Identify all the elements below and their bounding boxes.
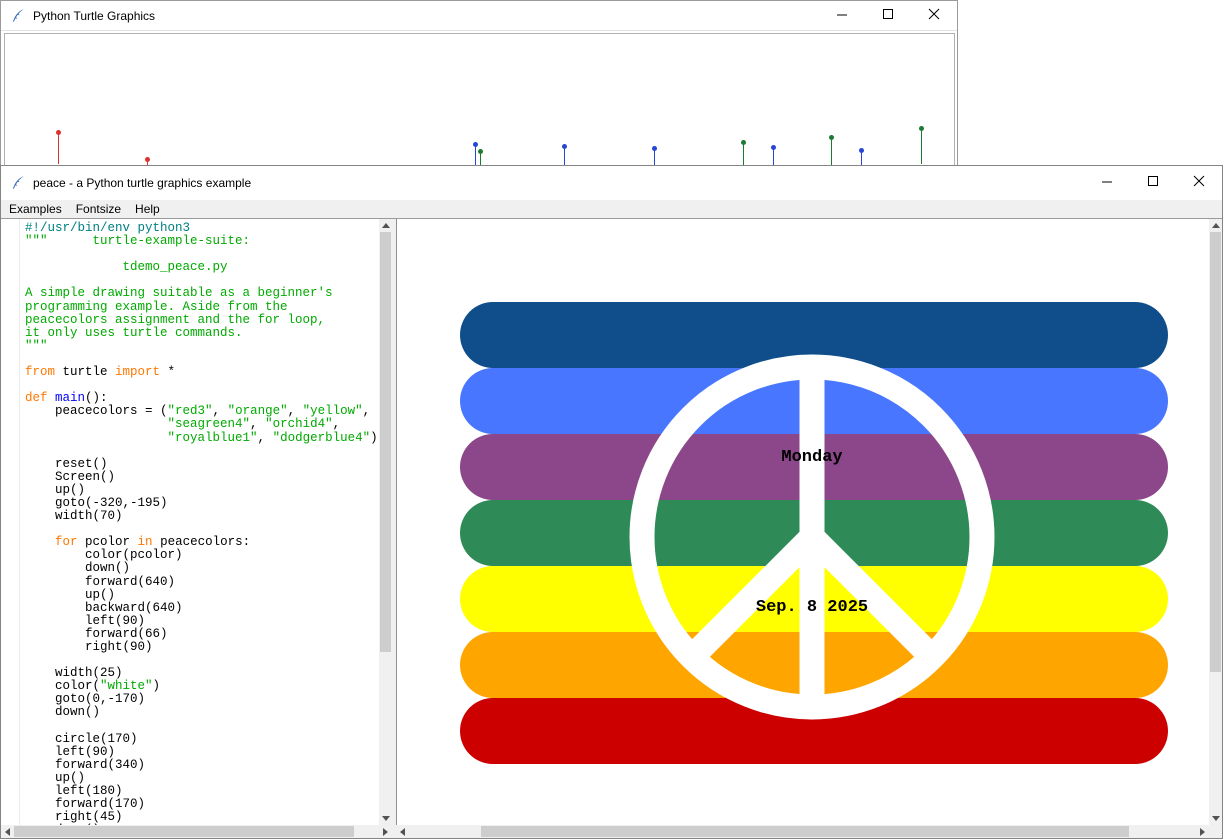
front-window-titlebar[interactable]: peace - a Python turtle graphics example [1,166,1222,200]
code-line: down() [25,706,379,719]
tk-feather-icon [10,175,26,191]
front-close-button[interactable] [1176,166,1222,200]
code-line: width(70) [25,510,379,523]
close-icon [928,7,940,25]
arrow-right-icon [383,828,388,836]
canvas-horizontal-scrollbar[interactable] [396,825,1209,838]
back-window-titlebar[interactable]: Python Turtle Graphics [1,1,957,31]
code-line: right(90) [25,641,379,654]
tk-feather-icon [10,8,26,24]
arrow-down-icon [1212,816,1220,821]
minimize-icon [836,7,848,25]
maximize-icon [1147,174,1159,192]
arrow-down-icon [382,816,390,821]
code-line: """ [25,340,379,353]
weekday-label: Monday [781,448,842,467]
scrollbar-thumb[interactable] [481,826,1129,837]
scrollbar-corner [1209,825,1222,838]
close-icon [1193,174,1205,192]
menu-examples[interactable]: Examples [2,200,69,218]
code-horizontal-scrollbar[interactable] [1,825,392,838]
peace-symbol [397,219,1211,825]
arrow-left-icon [400,828,405,836]
scrollbar-thumb[interactable] [1210,232,1221,672]
menu-fontsize[interactable]: Fontsize [69,200,128,218]
maximize-icon [882,7,894,25]
code-line: tdemo_peace.py [25,261,379,274]
date-label: Sep. 8 2025 [756,598,868,617]
code-vertical-scrollbar[interactable] [379,219,392,825]
code-line: """ turtle-example-suite: [25,235,379,248]
arrow-right-icon [1200,828,1205,836]
scroll-up-button[interactable] [379,219,392,232]
back-minimize-button[interactable] [819,1,865,30]
back-maximize-button[interactable] [865,1,911,30]
scrollbar-thumb[interactable] [380,232,391,652]
scrollbar-thumb[interactable] [14,826,354,837]
turtle-canvas: Monday Sep. 8 2025 [396,219,1211,825]
minimize-icon [1101,174,1113,192]
scroll-left-button[interactable] [1,825,14,838]
menu-help[interactable]: Help [128,200,167,218]
menu-bar: Examples Fontsize Help [1,200,1222,218]
front-minimize-button[interactable] [1084,166,1130,200]
code-line: it only uses turtle commands. [25,327,379,340]
window-content: #!/usr/bin/env python3""" turtle-example… [1,218,1222,838]
code-line: "royalblue1", "dodgerblue4") [25,432,379,445]
front-maximize-button[interactable] [1130,166,1176,200]
code-text[interactable]: #!/usr/bin/env python3""" turtle-example… [1,219,379,825]
peace-demo-window: peace - a Python turtle graphics example… [0,165,1223,839]
back-close-button[interactable] [911,1,957,30]
arrow-left-icon [5,828,10,836]
arrow-up-icon [382,223,390,228]
front-window-title: peace - a Python turtle graphics example [33,176,251,190]
back-window-title: Python Turtle Graphics [33,9,155,23]
scroll-down-button[interactable] [379,812,392,825]
code-pane: #!/usr/bin/env python3""" turtle-example… [1,219,392,838]
scroll-right-button[interactable] [1196,825,1209,838]
scroll-left-button[interactable] [396,825,409,838]
arrow-up-icon [1212,223,1220,228]
code-line: from turtle import * [25,366,379,379]
scroll-right-button[interactable] [379,825,392,838]
